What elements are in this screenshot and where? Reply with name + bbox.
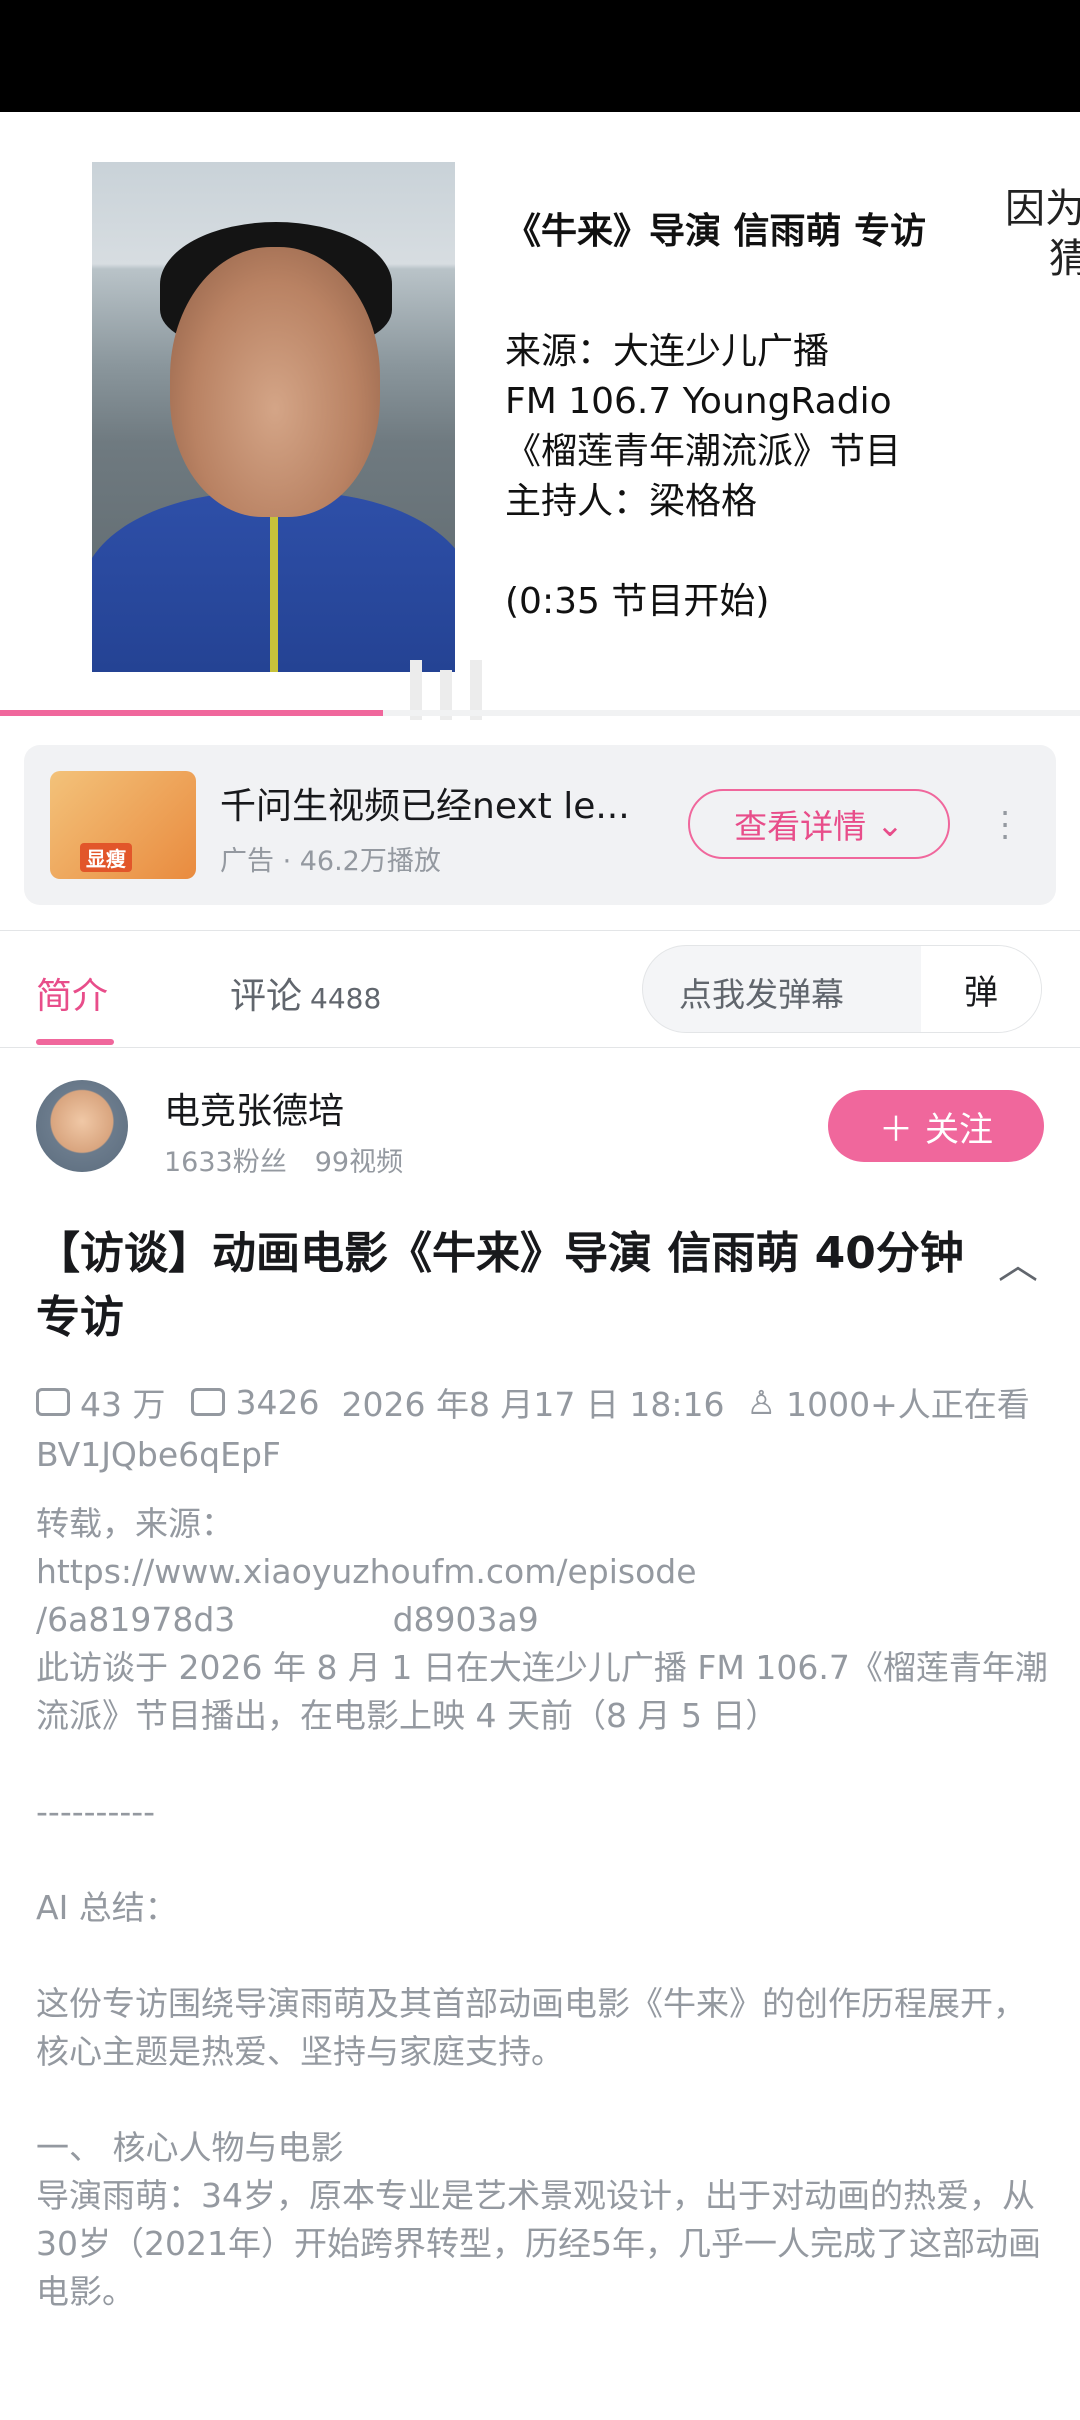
view-count: 43 万 (80, 1385, 166, 1424)
video-title: 【访谈】动画电影《牛来》导演 信雨萌 40分钟专访 (36, 1228, 964, 1343)
follow-button[interactable]: ＋关注 (828, 1090, 1044, 1162)
plus-icon: ＋ (879, 1109, 913, 1150)
video-player[interactable]: 《牛来》导演 信雨萌 专访 来源：大连少儿广播 FM 106.7 YoungRa… (0, 112, 1080, 722)
ad-banner[interactable]: 显瘦 千问生视频已经next le... 广告 · 46.2万播放 查看详情 ⌄ … (24, 745, 1056, 905)
player-program: 《榴莲青年潮流派》节目 (505, 431, 902, 472)
watching-count: 1000+人正在看 (786, 1385, 1030, 1424)
danmaku-count: 3426 (235, 1382, 320, 1422)
ad-meta: 广告 · 46.2万播放 (220, 846, 441, 877)
play-icon (36, 1388, 70, 1416)
danmaku-icon (191, 1388, 226, 1416)
avatar[interactable] (36, 1080, 128, 1172)
tab-intro[interactable]: 简介 (36, 967, 108, 1019)
progress-fill (0, 710, 384, 716)
danmaku-placeholder: 点我发弹幕 (679, 975, 844, 1014)
publish-date: 2026 年8 月17 日 18:16 (341, 1385, 725, 1424)
bv-id: BV1JQbe6qEpF (36, 1435, 281, 1474)
uploader-name[interactable]: 电竞张德培 (164, 1082, 344, 1134)
video-stats: 43 万 3426 2026 年8 月17 日 18:16 ♙ 1000+人正在… (36, 1378, 1030, 1426)
player-title: 《牛来》导演 信雨萌 专访 (505, 211, 927, 252)
tab-comments[interactable]: 评论 4488 (230, 967, 381, 1019)
users-icon: ♙ (746, 1382, 777, 1422)
tab-underline (36, 1039, 114, 1045)
player-source: 来源：大连少儿广播 (505, 331, 830, 372)
player-host: 主持人：梁格格 (505, 481, 758, 522)
more-vertical-icon[interactable]: · · · (1000, 797, 1010, 853)
ad-details-button[interactable]: 查看详情 ⌄ (688, 789, 950, 859)
uploader-stats: 1633粉丝 99视频 (164, 1147, 404, 1178)
chevron-down-icon: ⌄ (876, 804, 904, 844)
progress-bar[interactable] (0, 710, 1080, 716)
player-edge-text: 因为 猜 (1005, 186, 1080, 282)
player-start-time: (0:35 节目开始) (505, 581, 770, 622)
danmaku-input[interactable]: 点我发弹幕 弹 (642, 945, 1042, 1033)
director-photo (92, 162, 455, 672)
video-description: 转载，来源： https://www.xiaoyuzhoufm.com/epis… (36, 1504, 1048, 2311)
status-bar (0, 0, 1080, 112)
danmaku-toggle-icon[interactable]: 弹 (921, 946, 1041, 1032)
tab-bar: 简介 评论 4488 点我发弹幕 弹 (0, 930, 1080, 1048)
ad-title: 千问生视频已经next le... (220, 786, 630, 827)
ad-thumbnail: 显瘦 (50, 771, 196, 879)
chevron-up-icon[interactable]: ︿ (998, 1232, 1038, 1290)
comments-count: 4488 (310, 982, 382, 1015)
player-fm: FM 106.7 YoungRadio (505, 381, 892, 422)
